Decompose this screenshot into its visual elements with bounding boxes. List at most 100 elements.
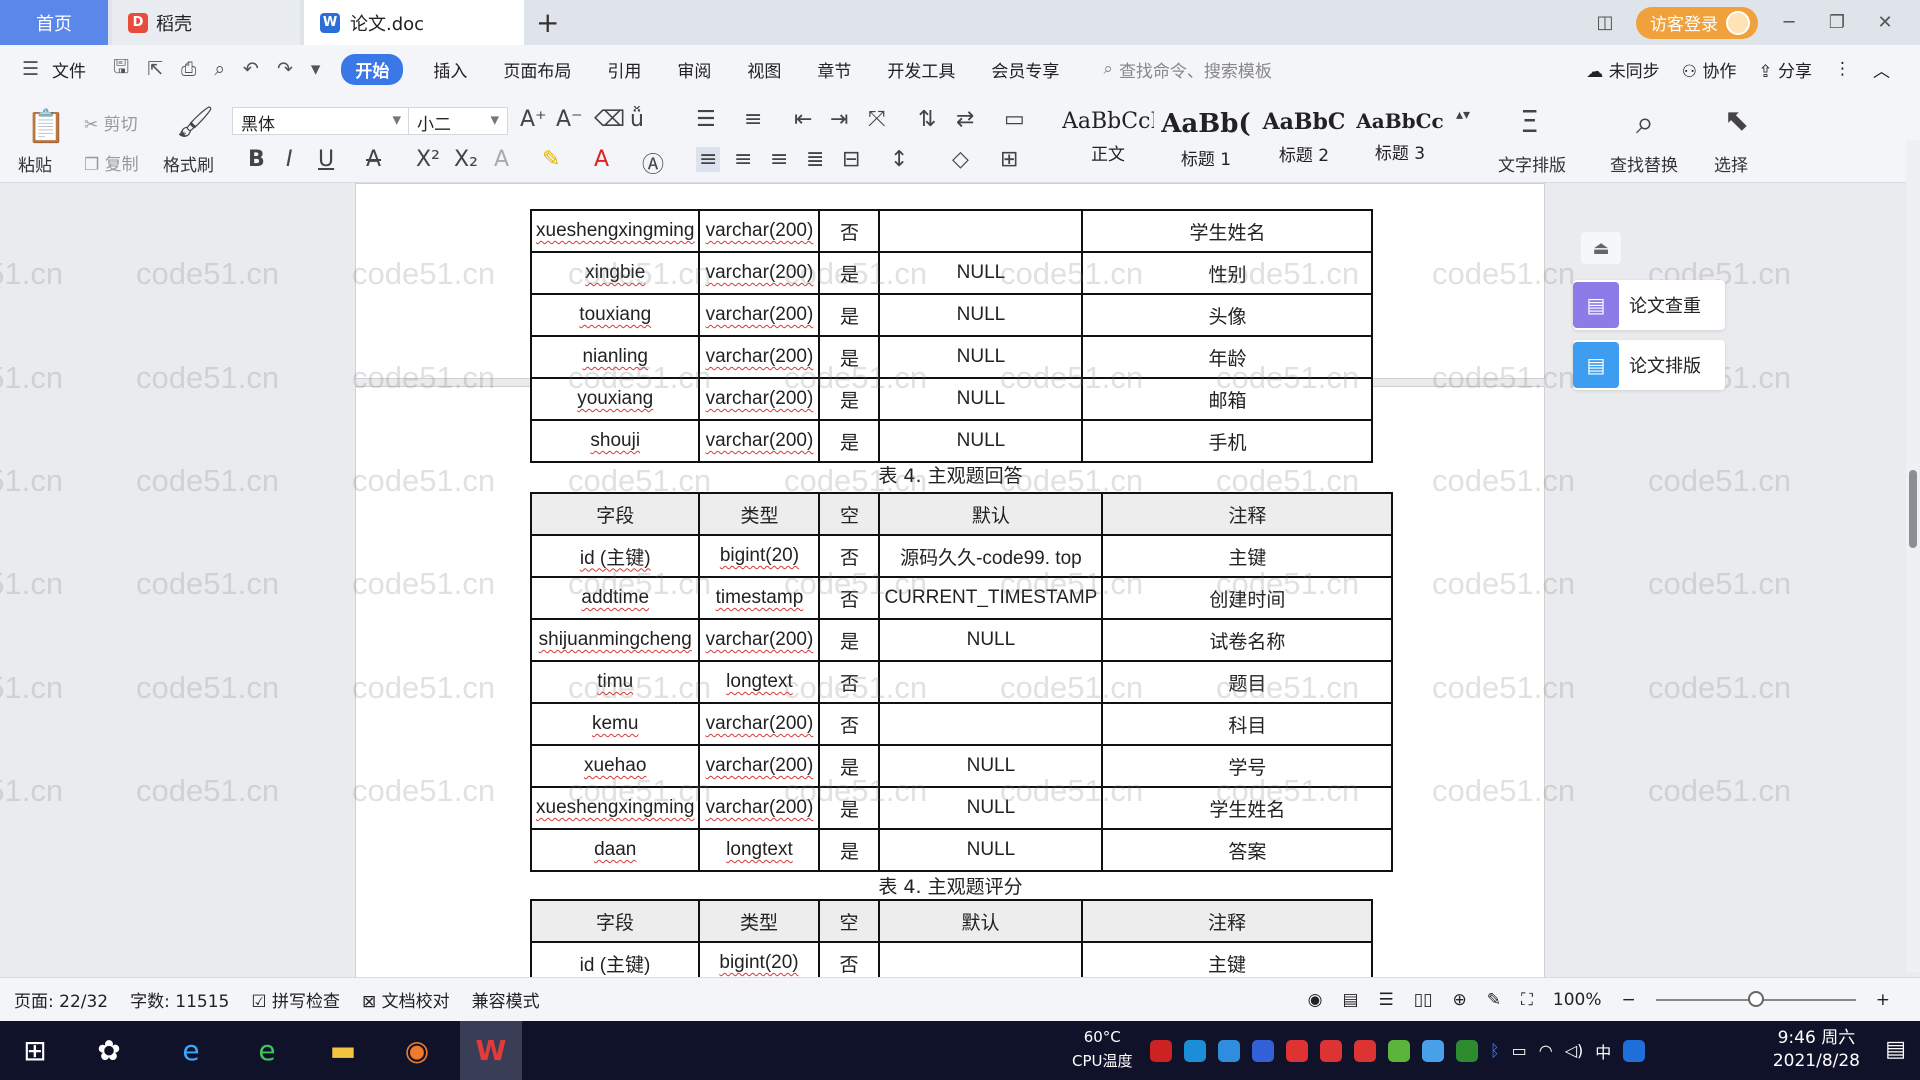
table-cell[interactable]: 是 bbox=[818, 419, 881, 463]
text-effect-icon[interactable]: A bbox=[494, 147, 509, 172]
table-cell[interactable]: addtime bbox=[529, 576, 701, 620]
font-size-select[interactable]: 小二 ▾ bbox=[408, 107, 508, 135]
clock[interactable]: 9:46 周六 2021/8/28 bbox=[1773, 1027, 1860, 1073]
table-cell[interactable]: nianling bbox=[529, 335, 701, 379]
table-cell[interactable]: youxiang bbox=[529, 377, 701, 421]
numbered-list-icon[interactable]: ≡ bbox=[744, 107, 762, 132]
table-cell[interactable]: varchar(200) bbox=[698, 744, 821, 788]
magnifier-icon[interactable]: ⌕ bbox=[1636, 103, 1654, 142]
clear-format-icon[interactable]: ⌫ bbox=[594, 107, 625, 132]
strikethrough-icon[interactable]: A bbox=[366, 147, 381, 172]
char-border-icon[interactable]: Ⓐ bbox=[642, 147, 664, 179]
bold-icon[interactable]: B bbox=[248, 147, 265, 172]
table-cell[interactable]: 科目 bbox=[1101, 702, 1394, 746]
justify-icon[interactable]: ≣ bbox=[806, 147, 824, 172]
format-painter-button[interactable]: 格式刷 bbox=[163, 151, 214, 176]
page-view-icon[interactable]: ▤ bbox=[1342, 990, 1358, 1010]
table-cell[interactable]: timu bbox=[529, 660, 701, 704]
menu-references[interactable]: 引用 bbox=[589, 57, 659, 82]
zoom-slider[interactable] bbox=[1655, 991, 1856, 1007]
search-icon[interactable] bbox=[1623, 1039, 1646, 1062]
find-replace-button[interactable]: 查找替换 bbox=[1610, 151, 1678, 176]
shading-icon[interactable]: ◇ bbox=[952, 147, 969, 172]
grow-font-icon[interactable]: A⁺ bbox=[520, 107, 547, 132]
menu-page-layout[interactable]: 页面布局 bbox=[485, 57, 589, 82]
zoom-slider-knob[interactable] bbox=[1747, 991, 1764, 1007]
italic-icon[interactable]: I bbox=[286, 147, 293, 172]
collaborate-button[interactable]: ⚇ 协作 bbox=[1682, 57, 1737, 82]
underline-icon[interactable]: U bbox=[318, 147, 334, 172]
table-cell[interactable]: xueshengxingming bbox=[529, 786, 701, 830]
table-cell[interactable]: longtext bbox=[698, 828, 821, 872]
sort-icon[interactable]: ⇅ bbox=[918, 107, 936, 132]
outline-view-icon[interactable]: ☰ bbox=[1379, 990, 1394, 1010]
table-cell[interactable]: daan bbox=[529, 828, 701, 872]
table-cell[interactable]: NULL bbox=[878, 744, 1104, 788]
table-cell[interactable]: xuehao bbox=[529, 744, 701, 788]
new-tab-button[interactable]: + bbox=[536, 6, 559, 39]
increase-indent-icon[interactable]: ⇥ bbox=[830, 107, 848, 132]
menu-file[interactable]: 文件 bbox=[48, 57, 104, 82]
zoom-in-icon[interactable]: + bbox=[1876, 990, 1890, 1010]
table-cell[interactable]: 是 bbox=[818, 251, 881, 295]
decrease-indent-icon[interactable]: ⇤ bbox=[794, 107, 812, 132]
proofread-button[interactable]: ⊠ 文档校对 bbox=[348, 987, 458, 1012]
tray-app-icon[interactable] bbox=[1184, 1039, 1206, 1062]
nvidia-icon[interactable] bbox=[1456, 1039, 1478, 1062]
table-cell[interactable]: 否 bbox=[818, 660, 881, 704]
table-cell[interactable]: 否 bbox=[818, 576, 881, 620]
zoom-level[interactable]: 100% bbox=[1553, 990, 1602, 1010]
spell-check-button[interactable]: ☑ 拼写检查 bbox=[237, 987, 348, 1012]
battery-icon[interactable]: ▭ bbox=[1512, 1041, 1527, 1060]
collapse-panel-icon[interactable]: ⏏ bbox=[1581, 232, 1621, 264]
table-cell[interactable]: 头像 bbox=[1081, 293, 1374, 337]
chinese-layout-icon[interactable]: ⤧ bbox=[868, 107, 886, 132]
subscript-icon[interactable]: X₂ bbox=[454, 147, 478, 172]
table-cell[interactable]: 主键 bbox=[1081, 941, 1373, 977]
text-layout-icon[interactable]: Ξ bbox=[1520, 105, 1539, 140]
menu-member[interactable]: 会员专享 bbox=[973, 57, 1077, 82]
text-layout-button[interactable]: 文字排版 bbox=[1498, 151, 1566, 176]
ruler-icon[interactable]: ▭ bbox=[1004, 107, 1025, 132]
tray-app-icon[interactable] bbox=[1388, 1039, 1410, 1062]
tab-daoke[interactable]: D 稻壳 bbox=[112, 0, 300, 45]
table-cell[interactable]: 是 bbox=[818, 293, 881, 337]
table-cell[interactable]: shouji bbox=[529, 419, 701, 463]
phonetic-icon[interactable]: ǚ bbox=[630, 107, 644, 132]
collapse-ribbon-icon[interactable]: ︿ bbox=[1873, 57, 1890, 82]
web-view-icon[interactable]: ⊕ bbox=[1452, 990, 1466, 1010]
write-mode-icon[interactable]: ✎ bbox=[1487, 990, 1501, 1010]
wps-writer-icon[interactable]: W bbox=[460, 1021, 522, 1080]
style-heading-1[interactable]: AaBb( 标题 1 bbox=[1160, 109, 1252, 175]
table-cell[interactable]: id (主键) bbox=[530, 941, 700, 977]
distribute-icon[interactable]: ⊟ bbox=[842, 147, 860, 172]
cursor-select-icon[interactable]: ⬉ bbox=[1724, 103, 1749, 138]
tray-app-icon[interactable] bbox=[1354, 1039, 1376, 1062]
table-cell[interactable]: 年龄 bbox=[1081, 335, 1374, 379]
table-cell[interactable]: bigint(20) bbox=[698, 534, 821, 578]
save-icon[interactable]: 🖫 bbox=[104, 53, 138, 85]
line-spacing-icon[interactable]: ↕ bbox=[890, 147, 908, 172]
table-cell[interactable]: 学号 bbox=[1101, 744, 1394, 788]
close-icon[interactable]: ✕ bbox=[1868, 12, 1902, 33]
table-cell[interactable]: varchar(200) bbox=[698, 377, 821, 421]
ime-indicator[interactable]: 中 bbox=[1595, 1039, 1611, 1063]
table-cell[interactable]: timestamp bbox=[698, 576, 821, 620]
undo-icon[interactable]: ↶ bbox=[234, 58, 268, 80]
table-cell[interactable]: 是 bbox=[818, 335, 881, 379]
sync-status-button[interactable]: ☁ 未同步 bbox=[1586, 57, 1659, 82]
table-cell[interactable]: NULL bbox=[878, 828, 1104, 872]
table-cell[interactable]: varchar(200) bbox=[698, 335, 821, 379]
tray-app-icon[interactable] bbox=[1218, 1039, 1240, 1062]
table-cell[interactable]: touxiang bbox=[529, 293, 701, 337]
align-left-icon[interactable]: ≡ bbox=[696, 147, 721, 172]
paste-icon[interactable]: 📋 bbox=[26, 107, 66, 145]
paper-check-button[interactable]: ▤ 论文查重 bbox=[1573, 280, 1725, 330]
table-cell[interactable]: shijuanmingcheng bbox=[529, 618, 701, 662]
table-cell[interactable]: 创建时间 bbox=[1101, 576, 1394, 620]
table-cell[interactable]: NULL bbox=[878, 251, 1084, 295]
table-cell[interactable]: NULL bbox=[878, 377, 1084, 421]
table-cell[interactable] bbox=[878, 660, 1104, 704]
font-color-icon[interactable]: A bbox=[594, 147, 609, 172]
table-cell[interactable]: xueshengxingming bbox=[529, 209, 701, 253]
